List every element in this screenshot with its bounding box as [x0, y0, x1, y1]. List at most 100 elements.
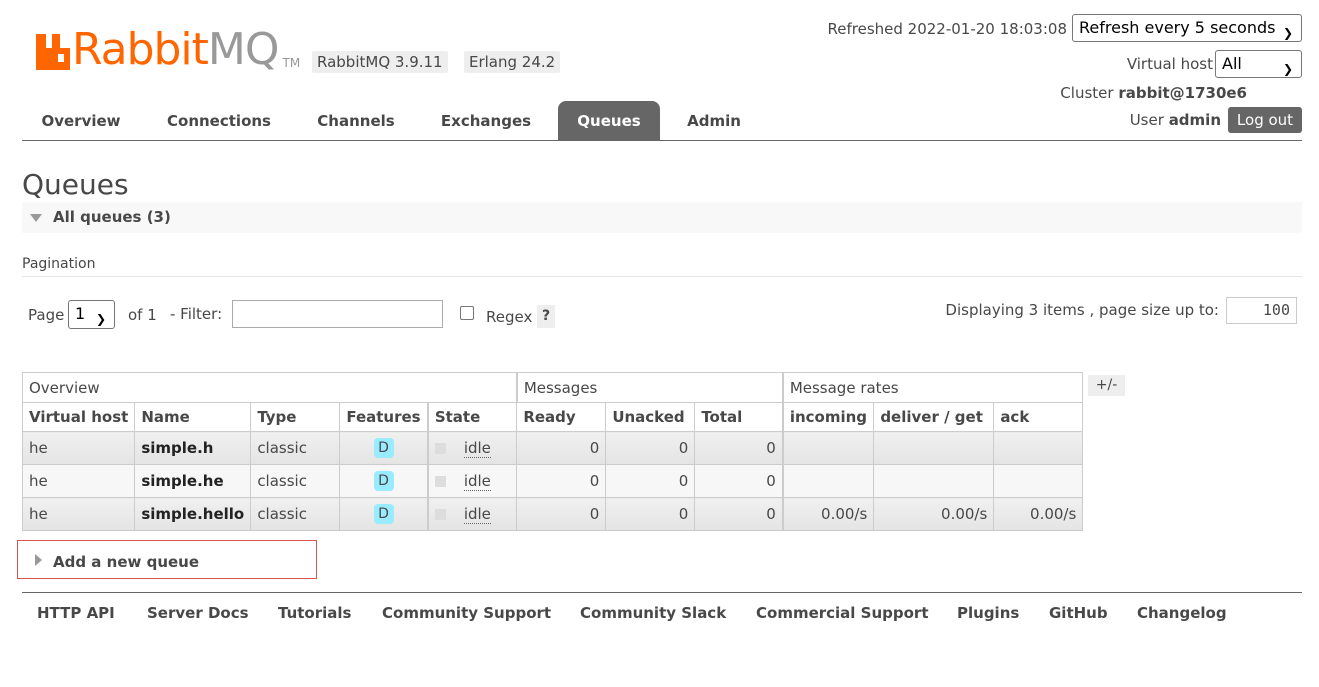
- virtual-host-select[interactable]: All ❯: [1215, 50, 1302, 78]
- footer-link-server-docs[interactable]: Server Docs: [147, 604, 249, 622]
- durable-badge: D: [373, 504, 394, 524]
- cell-features: D: [339, 464, 429, 498]
- footer-link-community-support[interactable]: Community Support: [382, 604, 551, 622]
- cell-type: classic: [250, 431, 341, 465]
- footer-link-commercial-support[interactable]: Commercial Support: [756, 604, 929, 622]
- table-row[interactable]: he simple.h classic D idle 0 0 0: [21, 431, 1084, 465]
- refreshed-timestamp: Refreshed 2022-01-20 18:03:08: [827, 20, 1067, 38]
- group-header-message-rates: Message rates: [781, 372, 1084, 403]
- cell-vhost: he: [21, 497, 136, 531]
- tab-overview[interactable]: Overview: [22, 101, 140, 140]
- tab-channels[interactable]: Channels: [304, 101, 408, 140]
- refresh-interval-value: Refresh every 5 seconds: [1079, 18, 1276, 37]
- cell-incoming: [781, 464, 875, 498]
- state-indicator-icon: [434, 476, 446, 487]
- cell-incoming: 0.00/s: [781, 497, 875, 531]
- add-queue-heading: Add a new queue: [53, 553, 200, 571]
- cell-ready: 0: [516, 497, 607, 531]
- chevron-down-icon: ❯: [1282, 26, 1293, 40]
- footer-link-http-api[interactable]: HTTP API: [37, 604, 115, 622]
- cell-total: 0: [694, 431, 784, 465]
- cell-state: idle: [426, 464, 518, 498]
- queue-name-link[interactable]: simple.hello: [134, 497, 252, 531]
- cell-vhost: he: [21, 431, 136, 465]
- page-label: Page: [28, 306, 65, 324]
- column-header-type[interactable]: Type: [250, 402, 341, 432]
- column-header-ready[interactable]: Ready: [516, 402, 607, 432]
- page-count-label: of 1: [128, 306, 157, 324]
- footer-link-community-slack[interactable]: Community Slack: [580, 604, 726, 622]
- chevron-down-icon: ❯: [1282, 62, 1293, 76]
- table-row[interactable]: he simple.hello classic D idle 0 0 0 0.0…: [21, 497, 1084, 531]
- cell-unacked: 0: [605, 431, 696, 465]
- cell-ack: [993, 431, 1084, 465]
- logo-rabbit-text: Rabbit: [72, 24, 209, 75]
- virtual-host-label: Virtual host: [1126, 55, 1213, 73]
- tab-queues[interactable]: Queues: [558, 101, 660, 140]
- table-row[interactable]: he simple.he classic D idle 0 0 0: [21, 464, 1084, 498]
- tab-connections[interactable]: Connections: [158, 101, 280, 140]
- cell-state: idle: [426, 431, 518, 465]
- cell-ack: 0.00/s: [993, 497, 1084, 531]
- cell-total: 0: [694, 497, 784, 531]
- column-header-deliver-get[interactable]: deliver / get: [873, 402, 995, 432]
- state-indicator-icon: [434, 509, 446, 520]
- all-queues-heading: All queues (3): [53, 208, 171, 226]
- regex-help-button[interactable]: ?: [537, 305, 555, 328]
- column-header-incoming[interactable]: incoming: [781, 402, 875, 432]
- cell-vhost: he: [21, 464, 136, 498]
- rabbit-logo-icon: [36, 34, 70, 70]
- triangle-right-icon: [35, 554, 42, 566]
- cell-features: D: [339, 431, 429, 465]
- page-title: Queues: [22, 168, 129, 201]
- column-header-ack[interactable]: ack: [993, 402, 1084, 432]
- toggle-columns-button[interactable]: +/-: [1088, 375, 1125, 396]
- divider: [22, 276, 1302, 277]
- footer-link-tutorials[interactable]: Tutorials: [278, 604, 351, 622]
- queue-name-link[interactable]: simple.h: [134, 431, 252, 465]
- logo-mq-text: MQ: [207, 24, 280, 75]
- virtual-host-value: All: [1222, 54, 1242, 73]
- page-select-value: 1: [75, 304, 86, 323]
- cell-incoming: [781, 431, 875, 465]
- column-header-state[interactable]: State: [426, 402, 518, 432]
- column-header-unacked[interactable]: Unacked: [605, 402, 696, 432]
- cell-ready: 0: [516, 464, 607, 498]
- rabbitmq-logo[interactable]: Rabbit MQ TM: [36, 24, 300, 75]
- queues-table: Overview Messages Message rates Virtual …: [21, 372, 1084, 531]
- add-queue-section-toggle[interactable]: Add a new queue: [17, 540, 317, 579]
- tab-admin[interactable]: Admin: [676, 101, 752, 140]
- cell-ready: 0: [516, 431, 607, 465]
- column-header-virtual-host[interactable]: Virtual host: [21, 402, 136, 432]
- column-header-total[interactable]: Total: [694, 402, 784, 432]
- regex-label: Regex: [486, 308, 533, 326]
- triangle-down-icon: [30, 214, 42, 222]
- footer-link-github[interactable]: GitHub: [1049, 604, 1108, 622]
- state-text: idle: [463, 472, 491, 491]
- cell-deliver-get: [873, 464, 995, 498]
- footer-link-plugins[interactable]: Plugins: [957, 604, 1019, 622]
- all-queues-section-toggle[interactable]: All queues (3): [22, 202, 1302, 233]
- cell-features: D: [339, 497, 429, 531]
- durable-badge: D: [373, 471, 394, 491]
- cell-type: classic: [250, 464, 341, 498]
- pagination-heading: Pagination: [22, 256, 96, 272]
- cell-unacked: 0: [605, 497, 696, 531]
- page-select[interactable]: 1 ❯: [68, 300, 115, 329]
- page-size-input[interactable]: 100: [1226, 297, 1297, 324]
- filter-input[interactable]: [232, 300, 443, 328]
- footer-divider: [22, 592, 1302, 593]
- displaying-items-label: Displaying 3 items , page size up to:: [945, 301, 1219, 319]
- regex-checkbox[interactable]: [460, 306, 474, 320]
- tab-exchanges[interactable]: Exchanges: [430, 101, 542, 140]
- queue-name-link[interactable]: simple.he: [134, 464, 252, 498]
- column-header-name[interactable]: Name: [134, 402, 252, 432]
- cell-deliver-get: 0.00/s: [873, 497, 995, 531]
- chevron-down-icon: ❯: [95, 312, 106, 326]
- filter-label: - Filter:: [170, 305, 223, 323]
- cell-deliver-get: [873, 431, 995, 465]
- refresh-interval-select[interactable]: Refresh every 5 seconds ❯: [1072, 14, 1302, 42]
- state-text: idle: [463, 505, 491, 524]
- footer-link-changelog[interactable]: Changelog: [1137, 604, 1227, 622]
- column-header-features: Features: [339, 402, 429, 432]
